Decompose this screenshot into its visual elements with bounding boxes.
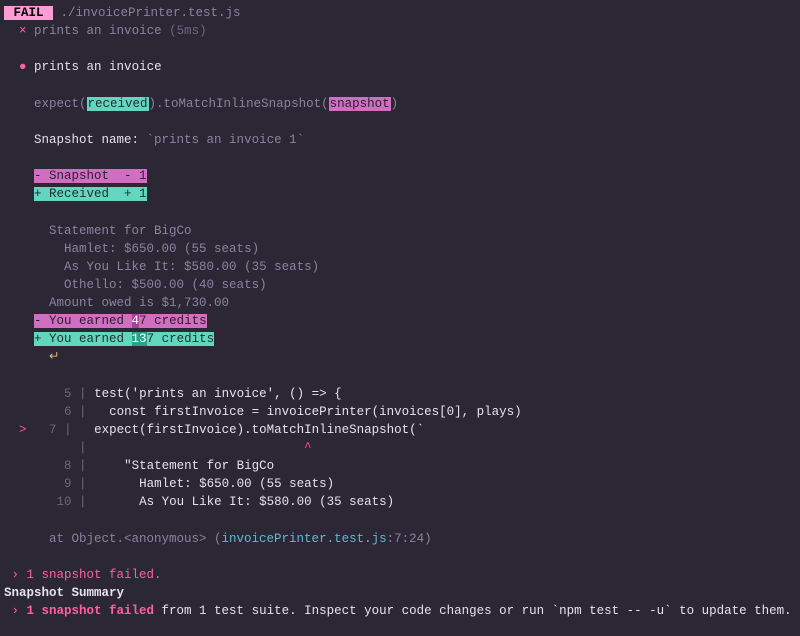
code-gutter: 6 |	[34, 405, 87, 419]
code-line: As You Like It: $580.00 (35 seats)	[87, 495, 395, 509]
code-line: expect(firstInvoice).toMatchInlineSnapsh…	[72, 423, 425, 437]
code-line: const firstInvoice = invoicePrinter(invo…	[87, 405, 522, 419]
stack-frame: at Object.<anonymous> (invoicePrinter.te…	[49, 532, 432, 546]
snapshot-name-label: Snapshot name:	[34, 133, 147, 147]
test-duration: (5ms)	[169, 24, 207, 38]
snapshot-name-value: `prints an invoice 1`	[147, 133, 305, 147]
test-title: prints an invoice	[34, 24, 162, 38]
code-line: test('prints an invoice', () => {	[87, 387, 342, 401]
test-file-path: ./invoicePrinter.test.js	[61, 6, 241, 20]
code-gutter: 9 |	[34, 477, 87, 491]
code-gutter: |	[34, 441, 87, 455]
diff-line-added: + You earned 137 credits	[34, 332, 214, 346]
diff-unchanged: Amount owed is $1,730.00	[34, 296, 229, 310]
code-line: Hamlet: $650.00 (55 seats)	[87, 477, 335, 491]
fail-badge: FAIL	[4, 6, 53, 20]
snapshot-token: snapshot	[329, 97, 391, 111]
stack-file-link: invoicePrinter.test.js	[222, 532, 387, 546]
code-gutter: 10 |	[34, 495, 87, 509]
diff-header-plus: + Received + 1	[34, 187, 147, 201]
assertion-text: expect(received).toMatchInlineSnapshot(s…	[34, 97, 398, 111]
caret-icon: ^	[87, 441, 312, 455]
diff-unchanged: Hamlet: $650.00 (55 seats)	[34, 242, 259, 256]
snapshot-summary-heading: Snapshot Summary	[4, 586, 124, 600]
diff-unchanged: As You Like It: $580.00 (35 seats)	[34, 260, 319, 274]
fail-bullet-icon: ●	[19, 60, 27, 74]
error-line-pointer-icon: >	[19, 423, 27, 437]
diff-unchanged: Othello: $500.00 (40 seats)	[34, 278, 267, 292]
terminal-output[interactable]: FAIL ./invoicePrinter.test.js × prints a…	[0, 0, 800, 636]
diff-line-removed: - You earned 47 credits	[34, 314, 207, 328]
received-token: received	[87, 97, 149, 111]
snapshot-summary-line: › 1 snapshot failed from 1 test suite. I…	[4, 604, 792, 618]
snapshot-failed-line: › 1 snapshot failed.	[4, 568, 162, 582]
test-title-heading: prints an invoice	[34, 60, 162, 74]
fail-mark-x-icon: ×	[19, 24, 27, 38]
code-gutter: 5 |	[34, 387, 87, 401]
code-gutter: 7 |	[34, 423, 72, 437]
code-gutter: 8 |	[34, 459, 87, 473]
diff-header-minus: - Snapshot - 1	[34, 169, 147, 183]
diff-unchanged: Statement for BigCo	[34, 224, 192, 238]
diff-newline-icon: ↵	[49, 350, 59, 364]
code-line: "Statement for BigCo	[87, 459, 275, 473]
